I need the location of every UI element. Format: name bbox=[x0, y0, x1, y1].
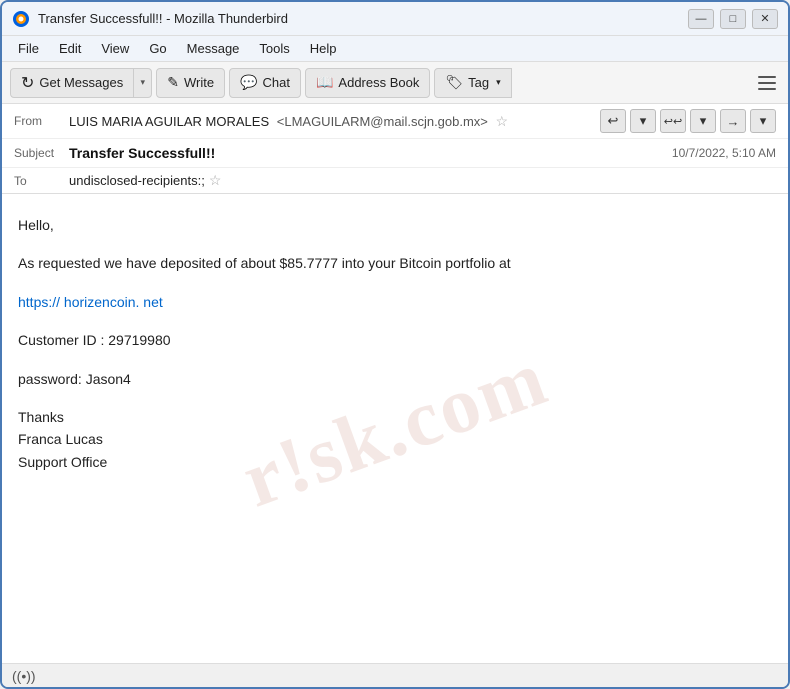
hamburger-menu-button[interactable] bbox=[754, 70, 780, 96]
body-thanks-text: Thanks bbox=[18, 409, 64, 425]
address-book-icon: 📖 bbox=[316, 74, 333, 91]
menu-bar: File Edit View Go Message Tools Help bbox=[2, 36, 788, 62]
get-messages-group: ↻ Get Messages ▾ bbox=[10, 68, 152, 98]
from-name: LUIS MARIA AGUILAR MORALES bbox=[69, 114, 269, 129]
from-star-button[interactable]: ☆ bbox=[496, 113, 509, 130]
from-row: From LUIS MARIA AGUILAR MORALES <LMAGUIL… bbox=[2, 104, 788, 139]
reply-all-chevron-icon: ▾ bbox=[700, 113, 707, 129]
menu-edit[interactable]: Edit bbox=[51, 39, 89, 58]
minimize-button[interactable]: — bbox=[688, 9, 714, 29]
hamburger-line-1 bbox=[758, 76, 776, 78]
maximize-button[interactable]: □ bbox=[720, 9, 746, 29]
chat-icon: 💬 bbox=[240, 74, 257, 91]
email-content: Hello, As requested we have deposited of… bbox=[18, 214, 772, 473]
reply-icon: ↩ bbox=[608, 113, 619, 129]
body-greeting: Hello, bbox=[18, 214, 772, 236]
get-messages-dropdown[interactable]: ▾ bbox=[134, 68, 152, 98]
write-label: Write bbox=[184, 75, 214, 90]
menu-help[interactable]: Help bbox=[302, 39, 345, 58]
chevron-icon: ▾ bbox=[640, 113, 647, 129]
tag-button[interactable]: 🏷 Tag ▾ bbox=[434, 68, 511, 98]
to-value: undisclosed-recipients:; bbox=[69, 173, 205, 188]
wifi-icon: ((•)) bbox=[12, 668, 36, 684]
close-button[interactable]: ✕ bbox=[752, 9, 778, 29]
menu-view[interactable]: View bbox=[93, 39, 137, 58]
write-button[interactable]: ✎ Write bbox=[156, 68, 225, 98]
body-customer-id: Customer ID : 29719980 bbox=[18, 329, 772, 351]
address-book-label: Address Book bbox=[338, 75, 419, 90]
chat-label: Chat bbox=[263, 75, 290, 90]
body-sender-title: Support Office bbox=[18, 454, 107, 470]
address-book-button[interactable]: 📖 Address Book bbox=[305, 68, 430, 98]
body-url[interactable]: https:// horizencoin. net bbox=[18, 291, 772, 313]
reply-more-button[interactable]: ▾ bbox=[630, 109, 656, 133]
from-label: From bbox=[14, 114, 69, 128]
forward-chevron-icon: ▾ bbox=[760, 113, 767, 129]
menu-go[interactable]: Go bbox=[141, 39, 174, 58]
from-email: <LMAGUILARM@mail.scjn.gob.mx> bbox=[277, 114, 488, 129]
body-password: password: Jason4 bbox=[18, 368, 772, 390]
email-body: r!sk.com Hello, As requested we have dep… bbox=[2, 194, 788, 663]
email-action-buttons: ↩ ▾ ↩↩ ▾ → ▾ bbox=[600, 109, 776, 133]
body-sender-name: Franca Lucas bbox=[18, 431, 103, 447]
chat-button[interactable]: 💬 Chat bbox=[229, 68, 301, 98]
get-messages-button[interactable]: ↻ Get Messages bbox=[10, 68, 134, 98]
get-messages-icon: ↻ bbox=[21, 73, 34, 93]
subject-value: Transfer Successfull!! bbox=[69, 145, 672, 161]
window-title: Transfer Successfull!! - Mozilla Thunder… bbox=[38, 11, 688, 26]
email-header: From LUIS MARIA AGUILAR MORALES <LMAGUIL… bbox=[2, 104, 788, 194]
menu-file[interactable]: File bbox=[10, 39, 47, 58]
tag-chevron-icon: ▾ bbox=[496, 77, 501, 88]
hamburger-line-3 bbox=[758, 88, 776, 90]
menu-message[interactable]: Message bbox=[179, 39, 248, 58]
main-window: Transfer Successfull!! - Mozilla Thunder… bbox=[0, 0, 790, 689]
to-row: To undisclosed-recipients:; ☆ bbox=[2, 168, 788, 193]
reply-all-button[interactable]: ↩↩ bbox=[660, 109, 686, 133]
from-value: LUIS MARIA AGUILAR MORALES <LMAGUILARM@m… bbox=[69, 113, 600, 130]
to-star-button[interactable]: ☆ bbox=[209, 172, 222, 189]
reply-all-chevron-button[interactable]: ▾ bbox=[690, 109, 716, 133]
status-bar: ((•)) bbox=[2, 663, 788, 687]
title-bar: Transfer Successfull!! - Mozilla Thunder… bbox=[2, 2, 788, 36]
tag-group: 🏷 Tag ▾ bbox=[434, 68, 511, 98]
subject-row: Subject Transfer Successfull!! 10/7/2022… bbox=[2, 139, 788, 168]
to-label: To bbox=[14, 174, 69, 188]
subject-label: Subject bbox=[14, 146, 69, 160]
tag-label: Tag bbox=[468, 75, 489, 90]
tag-icon: 🏷 bbox=[445, 74, 463, 91]
reply-button[interactable]: ↩ bbox=[600, 109, 626, 133]
hamburger-line-2 bbox=[758, 82, 776, 84]
menu-tools[interactable]: Tools bbox=[251, 39, 297, 58]
email-date: 10/7/2022, 5:10 AM bbox=[672, 146, 776, 160]
window-controls: — □ ✕ bbox=[688, 9, 778, 29]
body-thanks: Thanks Franca Lucas Support Office bbox=[18, 406, 772, 473]
chevron-down-icon: ▾ bbox=[140, 77, 145, 88]
forward-button[interactable]: → bbox=[720, 109, 746, 133]
toolbar: ↻ Get Messages ▾ ✎ Write 💬 Chat 📖 Addres… bbox=[2, 62, 788, 104]
forward-chevron-button[interactable]: ▾ bbox=[750, 109, 776, 133]
write-icon: ✎ bbox=[167, 74, 179, 91]
reply-all-icon: ↩↩ bbox=[664, 115, 682, 128]
body-paragraph-1: As requested we have deposited of about … bbox=[18, 252, 772, 274]
get-messages-label: Get Messages bbox=[39, 75, 123, 90]
forward-icon: → bbox=[727, 114, 740, 129]
app-icon bbox=[12, 10, 30, 28]
